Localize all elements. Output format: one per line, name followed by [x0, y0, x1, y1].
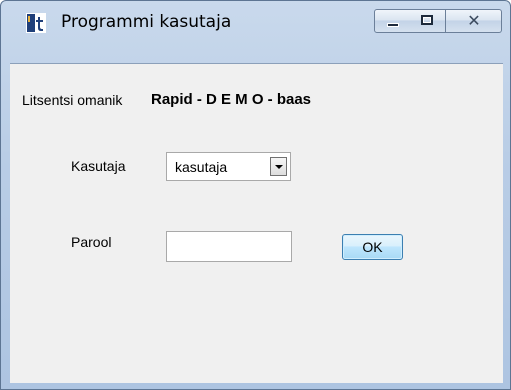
user-select[interactable]: kasutaja: [166, 152, 291, 181]
chevron-down-icon[interactable]: [270, 157, 287, 176]
password-label: Parool: [71, 234, 112, 250]
minimize-icon: [387, 23, 399, 27]
ok-button[interactable]: OK: [342, 234, 403, 260]
window-title: Programmi kasutaja: [61, 12, 232, 32]
close-icon: ✕: [467, 11, 481, 30]
app-logo-icon: [26, 13, 46, 33]
license-owner-value: Rapid - D E M O - baas: [151, 91, 312, 108]
login-window: Programmi kasutaja ✕ Litsentsi omanik Ra…: [0, 0, 511, 390]
dialog-content: Litsentsi omanik Rapid - D E M O - baas …: [10, 63, 503, 383]
close-button[interactable]: ✕: [446, 9, 502, 33]
title-bar[interactable]: Programmi kasutaja ✕: [1, 1, 510, 47]
maximize-icon: [421, 15, 433, 25]
license-owner-label: Litsentsi omanik: [22, 92, 123, 108]
user-select-value: kasutaja: [175, 159, 228, 175]
user-label: Kasutaja: [71, 158, 126, 174]
minimize-button[interactable]: [374, 9, 411, 33]
maximize-button[interactable]: [410, 9, 446, 33]
password-field[interactable]: [166, 231, 292, 262]
